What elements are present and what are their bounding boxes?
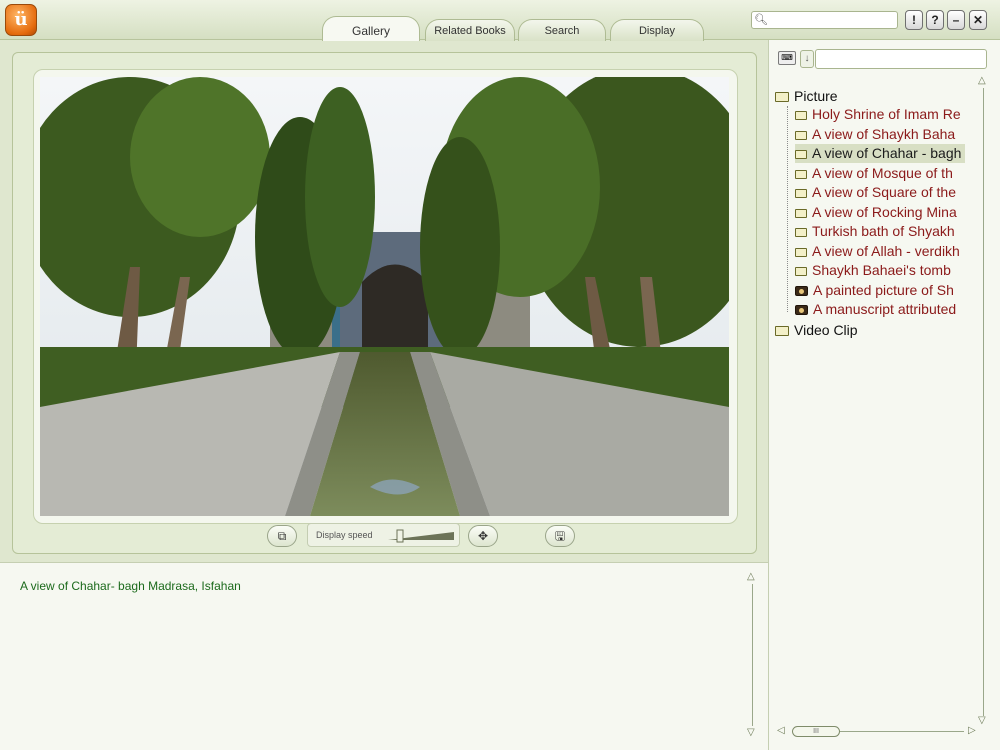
tree-item-label: Holy Shrine of Imam Re [812,106,961,122]
tab-gallery[interactable]: Gallery [322,16,420,41]
tree-item-label: A painted picture of Sh [813,282,954,298]
tree-item[interactable]: A view of Mosque of th [795,164,953,183]
minimize-button[interactable]: – [947,10,965,30]
tree-item[interactable]: Holy Shrine of Imam Re [795,105,961,124]
tree-item-label: A view of Rocking Mina [812,204,957,220]
help-button[interactable]: ? [926,10,944,30]
save-icon: 🖫︎ [554,529,566,543]
tree-item-label: A view of Chahar - bagh [812,145,962,161]
tab-related-books[interactable]: Related Books [425,19,515,41]
tree-item-label: A view of Mosque of th [812,165,953,181]
tree-item[interactable]: A view of Allah - verdikh [795,242,960,261]
tab-search[interactable]: Search [518,19,606,41]
folder-icon [795,209,807,218]
slideshow-icon: ⧉ [277,529,287,543]
slideshow-button[interactable]: ⧉ [267,525,297,547]
tree-scroll-down-icon[interactable]: ▽ [978,716,986,726]
folder-icon [795,170,807,179]
display-speed-control: Display speed [307,523,460,547]
image-caption: A view of Chahar- bagh Madrasa, Isfahan [20,579,241,593]
tree-item[interactable]: Shaykh Bahaei's tomb [795,261,951,280]
tree-item-label: A manuscript attributed [813,301,957,317]
folder-open-icon [775,92,789,102]
tree-item-label: A view of Shaykh Baha [812,126,956,142]
display-speed-label: Display speed [316,530,373,540]
arrow-down-icon[interactable]: ↓ [800,50,814,68]
save-button[interactable]: 🖫︎ [545,525,575,547]
tab-display[interactable]: Display [610,19,704,41]
caption-scrollbar[interactable] [752,584,753,726]
tree-item[interactable]: A manuscript attributed [795,300,956,319]
tree-item-label: A view of Allah - verdikh [812,243,960,259]
fullscreen-icon: ✥ [477,529,489,543]
tree-root-picture-label: Picture [794,88,838,104]
tree-vertical-scrollbar[interactable] [983,88,984,716]
tree-item[interactable]: Turkish bath of Shyakh [795,222,955,241]
app-logo-icon[interactable]: ü [5,4,37,36]
close-button[interactable]: ✕ [969,10,987,30]
tree-item[interactable]: A view of Rocking Mina [795,203,957,222]
tree-root-video-label: Video Clip [794,322,858,338]
caption-scroll-up-icon[interactable]: △ [747,572,755,582]
tree-item-label: Shaykh Bahaei's tomb [812,262,951,278]
camera-icon [795,286,808,296]
speed-slider[interactable] [386,528,456,544]
folder-icon [795,189,807,198]
info-button[interactable]: ! [905,10,923,30]
top-toolbar: ü Gallery Related Books Search Display 🔍… [0,0,1000,41]
folder-icon [795,228,807,237]
tree-scroll-right-icon[interactable]: ▷ [968,726,976,736]
tree-item-selected[interactable]: A view of Chahar - bagh [795,144,966,163]
folder-icon [795,267,807,276]
tree-item[interactable]: A painted picture of Sh [795,281,954,300]
keyboard-icon[interactable]: ⌨ [778,51,796,65]
tree-root-picture[interactable]: Picture [775,88,838,104]
fullscreen-button[interactable]: ✥ [468,525,498,547]
folder-icon [795,111,807,120]
tree-horizontal-scroll-thumb[interactable]: III [792,726,840,737]
search-box: 🔍︎ [751,11,898,29]
tree-item[interactable]: A view of Square of the [795,183,956,202]
speed-slider-thumb[interactable] [396,529,404,543]
tree-search-input[interactable] [816,51,986,69]
folder-icon [795,150,807,159]
search-icon[interactable]: 🔍︎ [754,13,768,27]
tree-scroll-up-icon[interactable]: △ [978,76,986,86]
folder-icon [795,131,807,140]
caption-scroll-down-icon[interactable]: ▽ [747,728,755,738]
tree-items: Holy Shrine of Imam Re A view of Shaykh … [783,105,972,321]
tree-search-box [815,49,987,69]
camera-icon [795,305,808,315]
tree-scroll-left-icon[interactable]: ◁ [777,726,785,736]
tree-item[interactable]: A view of Shaykh Baha [795,125,955,144]
tree-item-label: A view of Square of the [812,184,956,200]
search-input[interactable] [770,13,895,27]
madrasa-photo-image [40,77,729,516]
folder-icon [795,248,807,257]
folder-icon [775,326,789,336]
tree-root-video-clip[interactable]: Video Clip [775,322,858,338]
gallery-photo [40,77,729,516]
tree-item-label: Turkish bath of Shyakh [812,223,955,239]
